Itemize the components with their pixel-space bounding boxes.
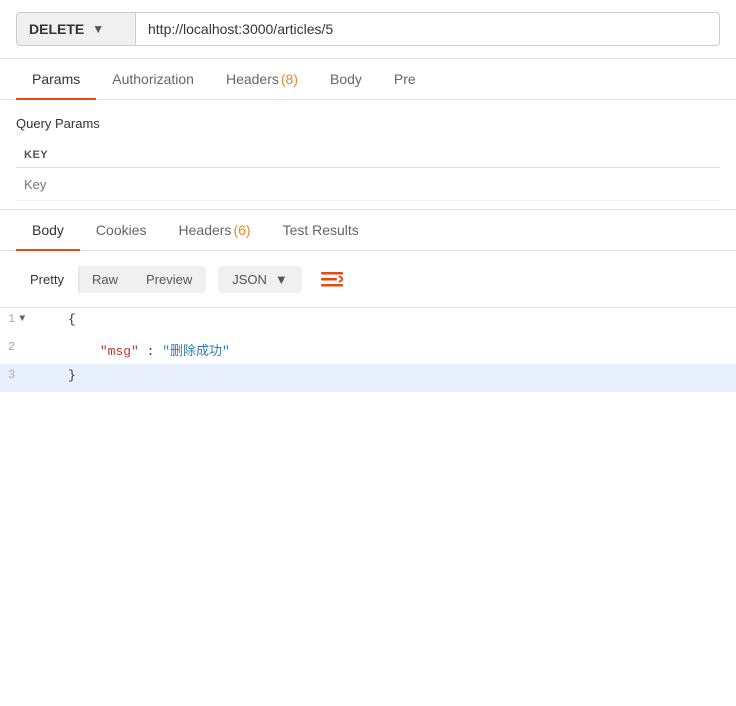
preview-button[interactable]: Preview <box>132 266 206 293</box>
tab-authorization[interactable]: Authorization <box>96 59 210 99</box>
code-area: 1 ▼ { 2 "msg" : "删除成功" 3 } <box>0 308 736 392</box>
method-select[interactable]: DELETE ▼ <box>16 12 136 46</box>
line-number-3: 3 <box>0 364 60 386</box>
close-brace: } <box>68 368 76 383</box>
tab-pre[interactable]: Pre <box>378 59 432 99</box>
key-column-header: KEY <box>16 143 720 168</box>
table-row <box>16 168 720 201</box>
format-group: Pretty Raw Preview <box>16 266 206 293</box>
query-params-section: Query Params KEY <box>0 100 736 210</box>
response-toolbar: Pretty Raw Preview JSON ▼ <box>0 251 736 308</box>
code-line-1: 1 ▼ { <box>0 308 736 336</box>
key-input[interactable] <box>24 177 712 192</box>
chevron-down-icon: ▼ <box>275 272 288 287</box>
top-bar: DELETE ▼ <box>0 0 736 59</box>
tab-headers[interactable]: Headers(8) <box>210 59 314 99</box>
tab-body[interactable]: Body <box>314 59 378 99</box>
request-tabs: Params Authorization Headers(8) Body Pre <box>0 59 736 100</box>
line-number-2: 2 <box>0 336 60 358</box>
json-colon: : <box>147 344 163 359</box>
code-line-2: 2 "msg" : "删除成功" <box>0 336 736 364</box>
code-line-3: 3 } <box>0 364 736 392</box>
url-input[interactable] <box>136 12 720 46</box>
query-params-title: Query Params <box>16 116 720 131</box>
json-key: "msg" <box>100 344 139 359</box>
raw-button[interactable]: Raw <box>78 266 132 293</box>
tab-params[interactable]: Params <box>16 59 96 99</box>
response-tabs: Body Cookies Headers(6) Test Results <box>0 210 736 251</box>
line-number-1: 1 ▼ <box>0 308 60 330</box>
params-table: KEY <box>16 143 720 201</box>
pretty-button[interactable]: Pretty <box>16 266 78 293</box>
json-type-label: JSON <box>232 272 267 287</box>
json-value: "删除成功" <box>162 344 230 359</box>
wrap-icon <box>321 270 343 288</box>
rtab-test-results[interactable]: Test Results <box>267 210 375 250</box>
json-type-select[interactable]: JSON ▼ <box>218 266 302 293</box>
toggle-arrow-icon[interactable]: ▼ <box>19 314 25 325</box>
rtab-body[interactable]: Body <box>16 210 80 250</box>
rtab-headers[interactable]: Headers(6) <box>163 210 267 250</box>
wrap-button[interactable] <box>314 261 350 297</box>
open-brace: { <box>68 312 76 327</box>
method-label: DELETE <box>29 21 84 37</box>
chevron-down-icon: ▼ <box>92 22 104 36</box>
rtab-cookies[interactable]: Cookies <box>80 210 163 250</box>
